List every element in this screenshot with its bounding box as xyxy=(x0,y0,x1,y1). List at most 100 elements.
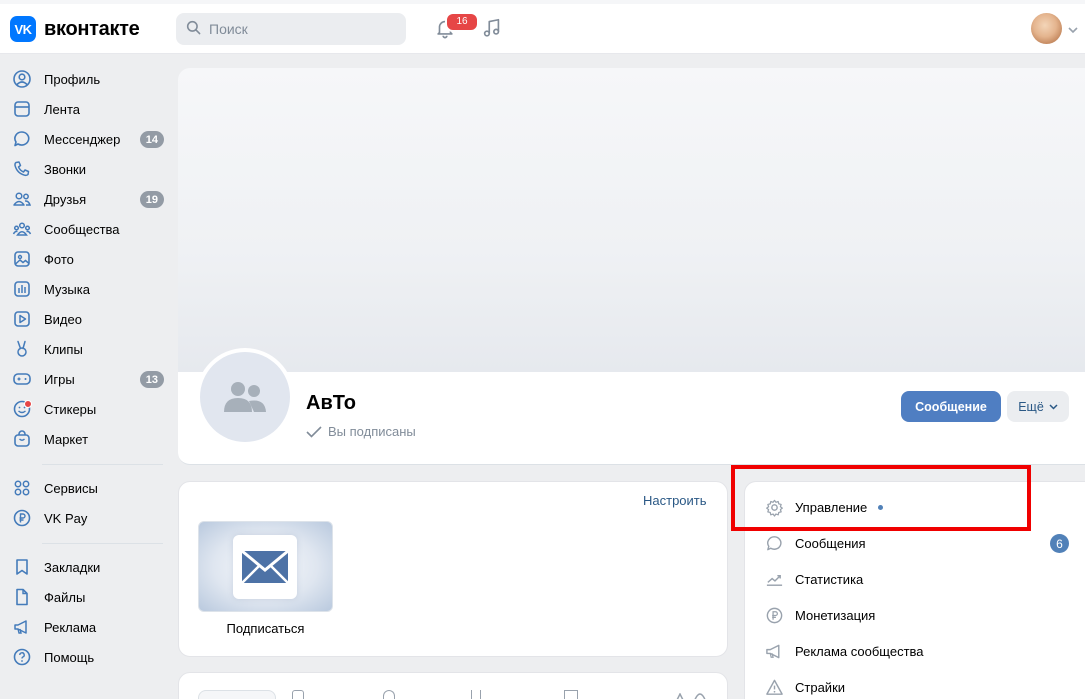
market-icon xyxy=(12,429,32,449)
user-avatar[interactable] xyxy=(1031,13,1062,44)
stats-icon xyxy=(764,569,784,589)
more-button[interactable]: Ещё xyxy=(1007,391,1069,422)
menu-item-label: Страйки xyxy=(795,679,846,695)
menu-item-community-ads[interactable]: Реклама сообщества xyxy=(764,639,1074,663)
community-cover xyxy=(178,68,1085,372)
vk-logo-icon: VK xyxy=(10,16,36,42)
sidebar-item-photos[interactable]: Фото xyxy=(12,244,168,274)
tab-icon[interactable] xyxy=(383,690,395,699)
message-button[interactable]: Сообщение xyxy=(901,391,1001,422)
sidebar-item-label: Друзья xyxy=(44,191,87,207)
sidebar-item-label: Профиль xyxy=(44,71,101,87)
tab-icon[interactable] xyxy=(292,690,304,699)
sidebar-item-messenger[interactable]: Мессенджер 14 xyxy=(12,124,168,154)
sidebar-item-label: Сервисы xyxy=(44,480,98,496)
newsfeed-icon xyxy=(12,99,32,119)
sidebar-item-video[interactable]: Видео xyxy=(12,304,168,334)
help-icon xyxy=(12,647,32,667)
chevron-down-icon[interactable] xyxy=(1068,22,1078,37)
sidebar-item-calls[interactable]: Звонки xyxy=(12,154,168,184)
sidebar-item-files[interactable]: Файлы xyxy=(12,582,168,612)
users-placeholder-icon xyxy=(224,382,266,412)
unread-badge: 14 xyxy=(139,131,164,148)
more-button-label: Ещё xyxy=(1018,399,1044,414)
sidebar-item-label: Музыка xyxy=(44,281,90,297)
communities-icon xyxy=(12,219,32,239)
menu-item-manage[interactable]: Управление xyxy=(764,495,1074,519)
chevron-down-icon xyxy=(1049,403,1058,410)
menu-item-statistics[interactable]: Статистика xyxy=(764,567,1074,591)
ads-icon xyxy=(12,617,32,637)
user-circle-icon xyxy=(12,69,32,89)
configure-link[interactable]: Настроить xyxy=(643,493,707,508)
sidebar-item-services[interactable]: Сервисы xyxy=(12,473,168,503)
browser-edge xyxy=(0,0,1085,4)
services-icon xyxy=(12,478,32,498)
games-icon xyxy=(12,369,32,389)
sidebar-item-label: Фото xyxy=(44,251,74,267)
games-badge: 13 xyxy=(139,371,164,388)
vk-logo[interactable]: VK вконтакте xyxy=(10,16,140,42)
messages-count-badge: 6 xyxy=(1050,534,1069,553)
message-icon xyxy=(764,533,784,553)
menu-item-strikes[interactable]: Страйки xyxy=(764,675,1074,699)
notifications-badge: 16 xyxy=(445,12,479,32)
community-avatar-placeholder xyxy=(200,352,290,442)
community-avatar[interactable] xyxy=(196,348,294,446)
top-bar xyxy=(0,0,1085,54)
subscription-status-label: Вы подписаны xyxy=(328,424,416,439)
video-icon xyxy=(12,309,32,329)
tab-icon[interactable] xyxy=(471,690,481,699)
sidebar-item-market[interactable]: Маркет xyxy=(12,424,168,454)
music-icon xyxy=(12,279,32,299)
file-icon xyxy=(12,587,32,607)
sidebar-item-bookmarks[interactable]: Закладки xyxy=(12,552,168,582)
gear-icon xyxy=(764,497,784,517)
sidebar-item-clips[interactable]: Клипы xyxy=(12,334,168,364)
tab-icon[interactable] xyxy=(672,690,706,699)
menu-item-label: Монетизация xyxy=(795,607,876,623)
menu-item-label: Статистика xyxy=(795,571,864,587)
warning-icon xyxy=(764,677,784,697)
sidebar-item-friends[interactable]: Друзья 19 xyxy=(12,184,168,214)
sidebar-item-vkpay[interactable]: VK Pay xyxy=(12,503,168,533)
sidebar-item-help[interactable]: Помощь xyxy=(12,642,168,672)
sidebar-item-games[interactable]: Игры 13 xyxy=(12,364,168,394)
community-name: АвТо xyxy=(306,392,356,414)
message-icon xyxy=(12,129,32,149)
menu-item-label: Сообщения xyxy=(795,535,866,551)
sidebar-item-label: Стикеры xyxy=(44,401,97,417)
tab-icon[interactable] xyxy=(564,690,578,699)
sidebar-item-label: Маркет xyxy=(44,431,89,447)
sidebar-item-communities[interactable]: Сообщества xyxy=(12,214,168,244)
sidebar-item-profile[interactable]: Профиль xyxy=(12,64,168,94)
envelope-icon xyxy=(233,535,297,599)
subscription-status[interactable]: Вы подписаны xyxy=(306,424,416,439)
check-icon xyxy=(306,425,322,438)
music-note-icon[interactable] xyxy=(480,16,504,40)
subscribe-widget-label[interactable]: Подписаться xyxy=(198,621,333,636)
search-icon xyxy=(186,20,201,38)
sidebar-item-stickers[interactable]: Стикеры xyxy=(12,394,168,424)
menu-item-label: Управление xyxy=(795,499,868,515)
sidebar-item-label: Видео xyxy=(44,311,82,327)
menu-item-monetization[interactable]: Монетизация xyxy=(764,603,1074,627)
sidebar-item-label: Звонки xyxy=(44,161,86,177)
new-indicator-dot xyxy=(24,400,32,408)
sidebar-item-label: Игры xyxy=(44,371,75,387)
menu-item-messages[interactable]: Сообщения xyxy=(764,531,1074,555)
sidebar-item-music[interactable]: Музыка xyxy=(12,274,168,304)
logo-text: вконтакте xyxy=(44,17,140,40)
tab-active[interactable] xyxy=(198,690,276,699)
ruble-icon xyxy=(764,605,784,625)
search-input[interactable] xyxy=(209,21,389,37)
sidebar-item-ads[interactable]: Реклама xyxy=(12,612,168,642)
phone-icon xyxy=(12,159,32,179)
vkpay-icon xyxy=(12,508,32,528)
sidebar-item-label: Файлы xyxy=(44,589,86,605)
megaphone-icon xyxy=(764,641,784,661)
search-box[interactable] xyxy=(176,13,406,45)
sidebar-item-label: Реклама xyxy=(44,619,97,635)
sidebar-item-news[interactable]: Лента xyxy=(12,94,168,124)
sidebar-item-label: VK Pay xyxy=(44,510,88,526)
